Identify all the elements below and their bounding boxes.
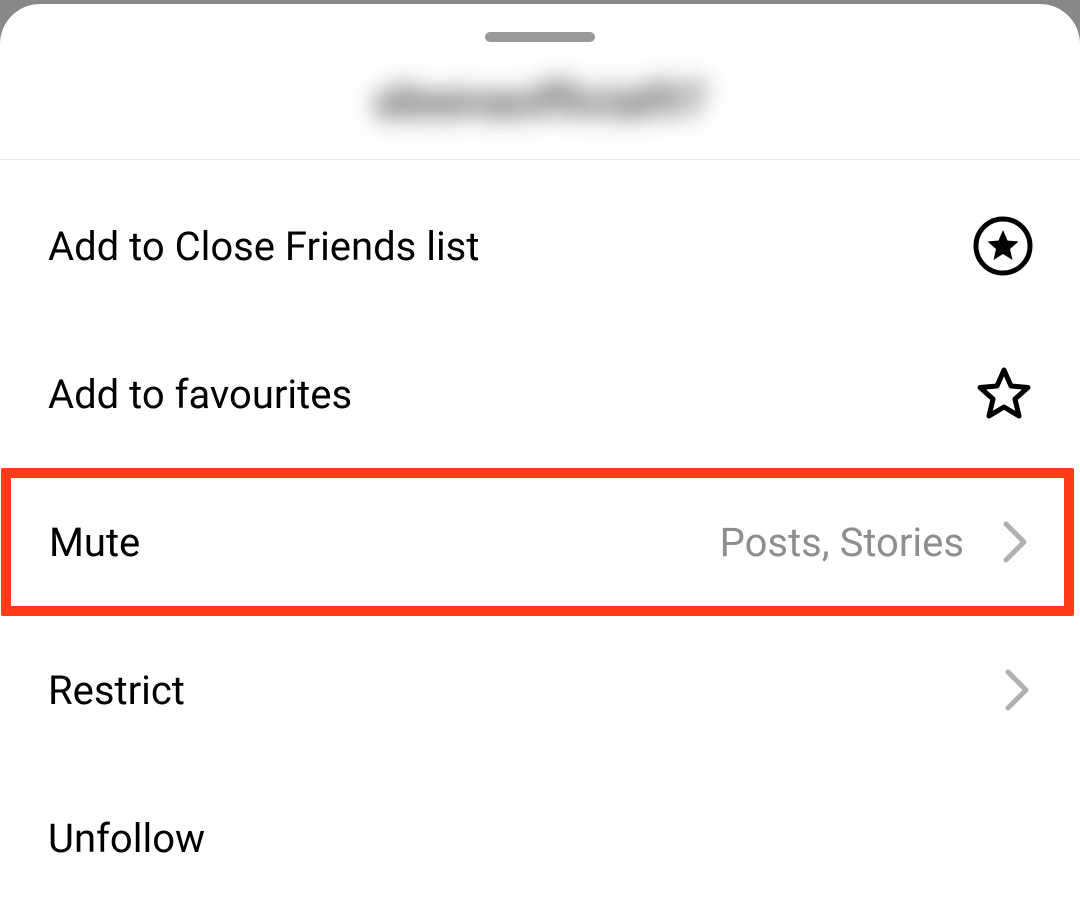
menu-item-restrict[interactable]: Restrict (0, 616, 1080, 764)
star-outline-icon (974, 364, 1034, 424)
menu-label-close-friends: Add to Close Friends list (48, 223, 479, 270)
menu-list: Add to Close Friends list Add to favouri… (0, 160, 1080, 912)
menu-label-unfollow: Unfollow (48, 815, 205, 862)
menu-item-unfollow[interactable]: Unfollow (0, 764, 1080, 912)
menu-value-mute: Posts, Stories (720, 519, 964, 566)
chevron-right-icon (1000, 518, 1032, 566)
menu-item-mute[interactable]: Mute Posts, Stories (11, 478, 1064, 606)
menu-label-mute: Mute (49, 519, 140, 566)
highlight-mute: Mute Posts, Stories (1, 468, 1074, 616)
menu-label-favourites: Add to favourites (48, 371, 352, 418)
menu-item-favourites[interactable]: Add to favourites (0, 320, 1080, 468)
menu-label-restrict: Restrict (48, 667, 185, 714)
bottom-sheet: aleenaofficial97 Add to Close Friends li… (0, 4, 1080, 922)
chevron-right-icon (1002, 666, 1034, 714)
menu-right-mute: Posts, Stories (720, 518, 1032, 566)
sheet-header: aleenaofficial97 (0, 42, 1080, 160)
drag-handle[interactable] (485, 32, 595, 42)
menu-item-close-friends[interactable]: Add to Close Friends list (0, 172, 1080, 320)
star-circle-filled-icon (972, 215, 1034, 277)
sheet-title-username: aleenaofficial97 (374, 72, 706, 129)
